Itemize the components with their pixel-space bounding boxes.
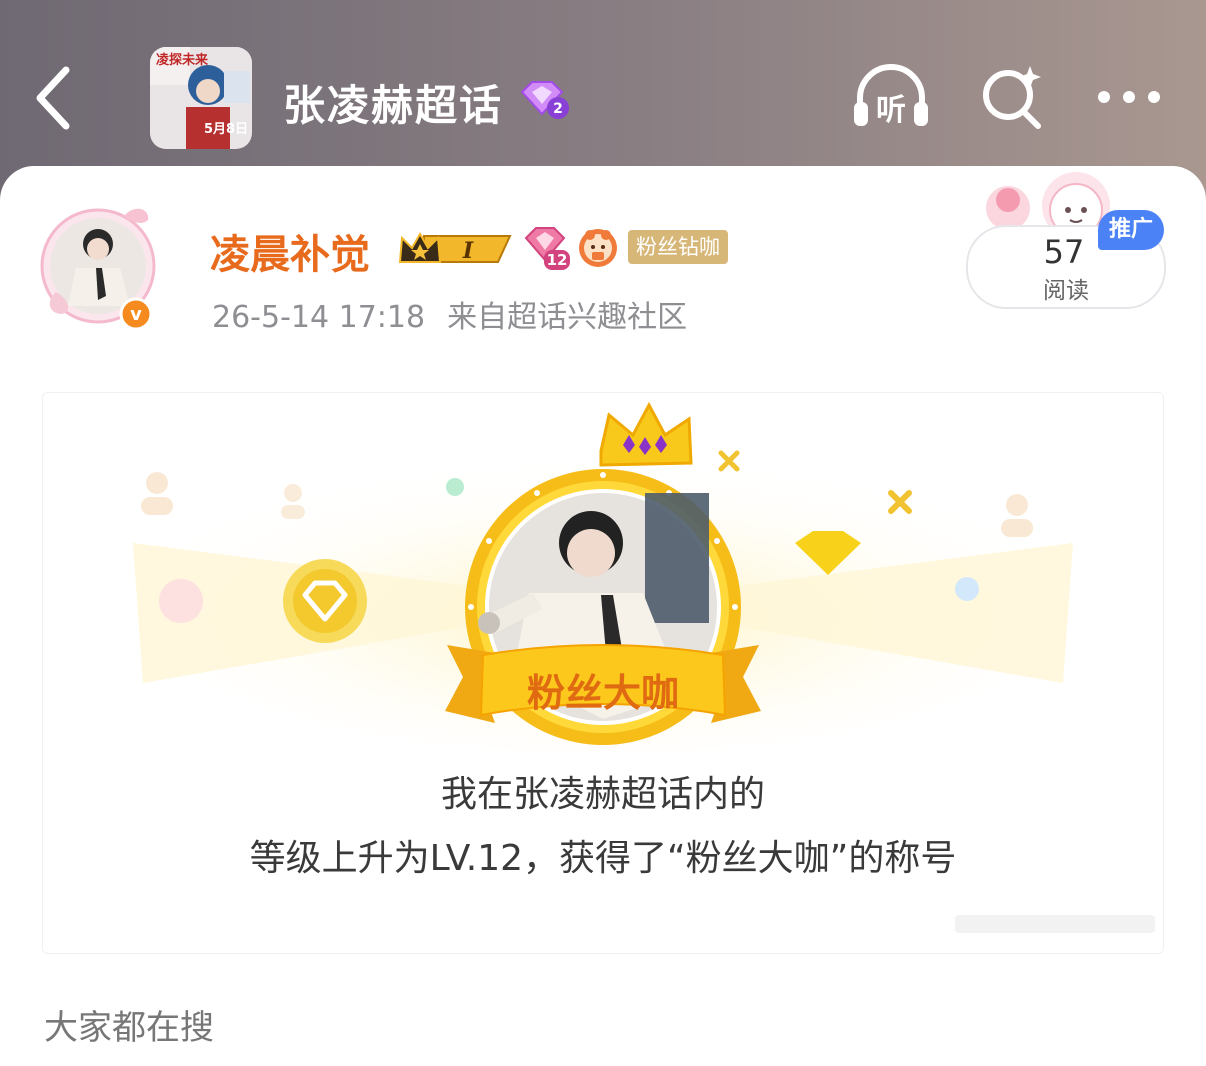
- ribbon-text: 粉丝大咖: [527, 671, 679, 715]
- fan-level-badge[interactable]: 12: [522, 226, 570, 270]
- achievement-text-line2: 等级上升为LV.12，获得了“粉丝大咖”的称号: [249, 838, 957, 879]
- thumb-date: 5月8日: [204, 122, 248, 137]
- ribbon-banner: 粉丝大咖: [445, 644, 761, 723]
- more-button[interactable]: [1094, 82, 1164, 112]
- post-source[interactable]: 来自超话兴趣社区: [447, 300, 687, 335]
- read-label: 阅读: [1043, 278, 1089, 304]
- post-timestamp: 26-5-14 17:18: [212, 300, 426, 335]
- user-icon-right: [1001, 494, 1033, 537]
- topic-avatar-image: 凌探未来 5月8日: [150, 47, 252, 149]
- diamond-badge-icon: 2: [520, 81, 569, 119]
- author-avatar[interactable]: v: [36, 196, 172, 336]
- svg-text:I: I: [462, 238, 474, 264]
- fan-emblem-badge[interactable]: [578, 226, 618, 270]
- avatar-frame: v: [40, 208, 156, 331]
- svg-text:听: 听: [876, 93, 906, 128]
- back-button[interactable]: [30, 62, 80, 134]
- achievement-text-line1: 我在张凌赫超话内的: [440, 774, 765, 815]
- listen-button[interactable]: 听: [850, 64, 932, 130]
- achievement-graphic: 粉丝大咖: [133, 401, 1073, 753]
- topic-level-badge: 2: [518, 80, 570, 120]
- thumb-caption: 凌探未来: [156, 52, 209, 68]
- headphones-icon: 听: [854, 64, 928, 128]
- bubble-icon-3: [955, 577, 979, 601]
- bubble-icon-2: [159, 579, 203, 623]
- watermark-icon: [955, 915, 1155, 933]
- fan-title-tag[interactable]: 粉丝钻咖: [628, 230, 728, 264]
- bear-emblem-icon: [579, 229, 617, 267]
- topic-avatar[interactable]: 凌探未来 5月8日: [150, 47, 252, 149]
- crown-icon: I: [398, 231, 512, 264]
- search-icon: [983, 66, 1041, 129]
- promote-tag[interactable]: 推广: [1098, 210, 1164, 250]
- user-icon-left: [141, 472, 173, 515]
- more-dots-icon: [1098, 91, 1160, 103]
- search-button[interactable]: [978, 62, 1046, 132]
- svg-text:2: 2: [553, 101, 563, 117]
- diamond-level-icon: 12: [524, 227, 570, 270]
- svg-text:12: 12: [547, 251, 568, 269]
- author-name[interactable]: 凌晨补觉: [210, 222, 370, 280]
- crown-icon: [599, 401, 693, 467]
- bubble-icon: [446, 478, 464, 496]
- chevron-left-icon: [36, 66, 70, 130]
- svg-text:v: v: [130, 304, 142, 325]
- trending-search-heading: 大家都在搜: [44, 1008, 214, 1048]
- crown-level-badge[interactable]: I: [398, 228, 516, 270]
- post-meta: 26-5-14 17:18 来自超话兴趣社区: [212, 292, 687, 336]
- achievement-share-card[interactable]: 粉丝大咖 我在张凌赫超话内的 等级上升为LV.12，获得了“粉丝大咖”的称号: [42, 392, 1164, 954]
- topic-title: 张凌赫超话: [283, 81, 504, 130]
- diamond-coin-icon: [283, 559, 367, 643]
